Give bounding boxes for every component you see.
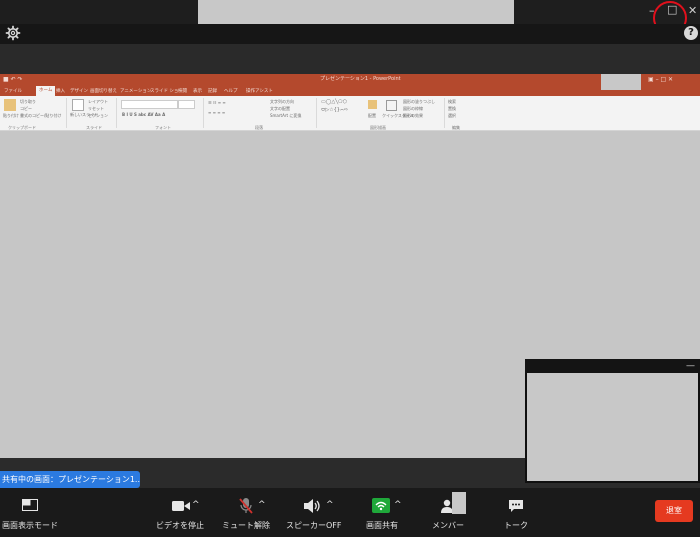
header-band xyxy=(0,44,700,74)
ppt-group-separator xyxy=(66,98,67,128)
unmute-button[interactable]: ミュート解除 xyxy=(222,520,270,531)
view-mode-icon[interactable] xyxy=(22,499,38,511)
ppt-tab-file: ファイル xyxy=(4,89,22,94)
ppt-tab-view: 表示 xyxy=(193,89,202,94)
member-count-redacted xyxy=(452,492,466,514)
close-button[interactable]: ✕ xyxy=(688,4,697,18)
shapes-gallery: ▭◯△╲⬠⬡ xyxy=(321,99,347,105)
paragraph-icons: ☰ ☷ ≡ ≡ xyxy=(208,100,226,105)
ppt-smartart: SmartArt に変換 xyxy=(270,113,302,118)
floating-video-header[interactable] xyxy=(525,359,700,373)
microphone-muted-icon[interactable] xyxy=(238,497,254,515)
video-options-caret[interactable]: ^ xyxy=(192,500,200,510)
ppt-cut: 切り取り xyxy=(20,99,36,104)
new-slide-icon xyxy=(72,99,84,111)
ppt-shape-fill: 図形の塗りつぶし xyxy=(403,99,436,104)
ppt-account-redacted xyxy=(601,74,641,90)
ppt-group-separator xyxy=(316,98,317,128)
ppt-group-font: フォント xyxy=(155,125,171,130)
gear-icon[interactable] xyxy=(5,25,21,41)
chat-button[interactable]: トーク xyxy=(504,520,528,531)
align-icons: ≡ ≡ ≡ ≡ xyxy=(208,110,226,115)
ppt-tab-tellme: 操作アシスト xyxy=(246,89,273,94)
ppt-tab-design: デザイン xyxy=(70,89,88,94)
ppt-replace: 置換 xyxy=(448,106,456,111)
ppt-text-direction: 文字列の方向 xyxy=(270,99,294,104)
ppt-group-separator xyxy=(203,98,204,128)
chat-icon[interactable] xyxy=(508,499,524,513)
sharing-banner[interactable]: 共有中の画面：プレゼンテーション1... xyxy=(0,471,140,488)
ppt-tab-review: 校閲 xyxy=(178,89,187,94)
floating-video-minimize[interactable]: — xyxy=(686,361,695,371)
ppt-paste: 貼り付け xyxy=(3,113,19,118)
ppt-arrange: 配置 xyxy=(368,113,376,118)
ppt-group-clipboard: クリップボード xyxy=(8,125,36,130)
arrange-icon xyxy=(368,100,377,109)
ppt-tab-insert: 挿入 xyxy=(56,89,65,94)
speaker-off-button[interactable]: スピーカーOFF xyxy=(286,520,342,531)
speaker-options-caret[interactable]: ^ xyxy=(326,500,334,510)
ppt-align-text: 文字の配置 xyxy=(270,106,290,111)
quick-styles-icon xyxy=(386,100,397,111)
share-screen-icon[interactable] xyxy=(372,498,390,513)
ppt-reset: リセット xyxy=(88,106,104,111)
ppt-find: 検索 xyxy=(448,99,456,104)
meeting-controls xyxy=(0,488,700,537)
ppt-save-icon: ■ ↶ ↷ xyxy=(3,76,23,83)
ppt-tab-record: 記録 xyxy=(208,89,217,94)
font-name-box xyxy=(121,100,178,109)
view-mode-button[interactable]: 画面表示モード xyxy=(2,520,58,531)
share-screen-button[interactable]: 画面共有 xyxy=(366,520,398,531)
ppt-section: セクション xyxy=(88,113,108,118)
ppt-group-editing: 編集 xyxy=(452,125,460,130)
ppt-format-painter: 書式のコピー/貼り付け xyxy=(20,113,62,118)
ppt-group-separator xyxy=(116,98,117,128)
ppt-select: 選択 xyxy=(448,113,456,118)
video-camera-icon[interactable] xyxy=(172,500,190,512)
ppt-tab-help: ヘルプ xyxy=(224,89,238,94)
ppt-group-drawing: 図形描画 xyxy=(370,125,386,130)
shapes-gallery-row2: ⬭▷☆{}⌒⇨ xyxy=(321,107,349,113)
font-format-icons: B I U S abc AV Aa A xyxy=(122,112,166,117)
ppt-tab-animations: アニメーション xyxy=(120,89,152,94)
window-title-redacted xyxy=(198,0,514,24)
ppt-app-title: プレゼンテーション1 - PowerPoint xyxy=(320,76,401,82)
ppt-group-paragraph: 段落 xyxy=(255,125,263,130)
ppt-shape-outline: 図形の枠線 xyxy=(403,106,423,111)
ppt-layout: レイアウト xyxy=(88,99,108,104)
audio-options-caret[interactable]: ^ xyxy=(258,500,266,510)
speaker-icon[interactable] xyxy=(304,499,322,513)
ppt-shape-effects: 図形の効果 xyxy=(403,113,423,118)
floating-video xyxy=(525,373,700,483)
paste-icon xyxy=(4,99,16,111)
meeting-toolbar xyxy=(0,24,700,44)
share-options-caret[interactable]: ^ xyxy=(394,500,402,510)
ppt-window-controls: ▣ – □ ✕ xyxy=(648,76,674,83)
ppt-group-slides: スライド xyxy=(86,125,102,130)
leave-button[interactable]: 退室 xyxy=(655,500,693,522)
help-icon[interactable]: ? xyxy=(684,26,698,40)
members-button[interactable]: メンバー xyxy=(432,520,464,531)
ppt-copy: コピー xyxy=(20,106,32,111)
ppt-tab-home: ホーム xyxy=(36,86,56,96)
ppt-tab-transitions: 画面切り替え xyxy=(90,89,117,94)
ppt-group-separator xyxy=(444,98,445,128)
stop-video-button[interactable]: ビデオを停止 xyxy=(156,520,204,531)
font-size-box xyxy=(178,100,195,109)
